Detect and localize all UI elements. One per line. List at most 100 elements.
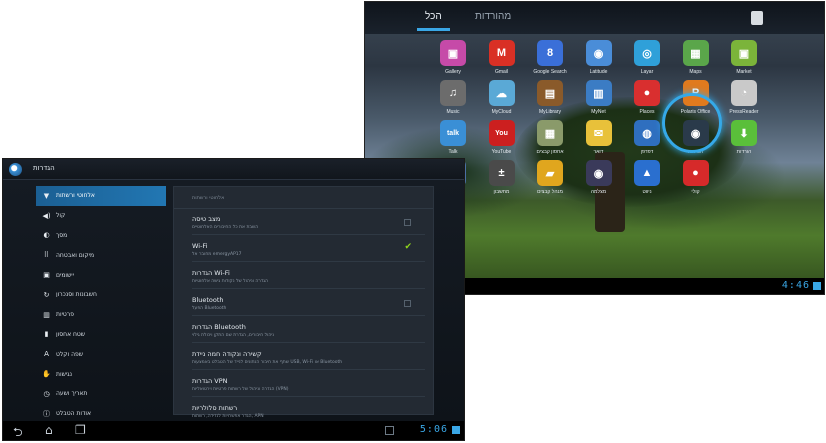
- preference-title: הגדרות Bluetooth: [192, 323, 246, 331]
- app-icon-25[interactable]: ▲ ניווט: [623, 160, 671, 195]
- app-icon-7[interactable]: ♫ Music: [429, 80, 477, 115]
- app-glyph-icon: 8: [537, 40, 563, 66]
- accounts-sync-icon: ↻: [43, 290, 50, 299]
- app-glyph-icon: ●: [634, 80, 660, 106]
- panel-header: אלחוטי ורשתות: [174, 187, 433, 209]
- settings-clock: 5:06: [419, 424, 448, 435]
- app-glyph-icon: ⬇: [731, 120, 757, 146]
- settings-menu-item[interactable]: ▼ אלחוטי ורשתות: [36, 186, 166, 206]
- app-icon-23[interactable]: ▰ מנהל קבצים: [526, 160, 574, 195]
- app-icon-6[interactable]: ▣ Market: [720, 40, 768, 75]
- app-icon-16[interactable]: ▦ אחסון קבצים: [526, 120, 574, 155]
- settings-menu-item[interactable]: ▣ יישומים: [36, 265, 166, 285]
- settings-menu-label: תאריך ושעה: [56, 390, 88, 398]
- app-glyph-icon: ◉: [585, 40, 612, 66]
- storage-icon: ▮: [44, 330, 49, 339]
- settings-menu-item[interactable]: ✋ נגישות: [36, 364, 166, 384]
- app-icon-14[interactable]: talk Talk: [429, 120, 477, 155]
- app-icon-5[interactable]: ▦ Maps: [672, 40, 720, 75]
- app-label: Latitude: [589, 69, 608, 75]
- app-glyph-icon: ▣: [731, 40, 757, 66]
- settings-menu-label: מיקום ואבטחה: [56, 251, 95, 259]
- about-tablet-icon: ⓘ: [43, 409, 50, 418]
- app-icon-4[interactable]: ◎ Layar: [623, 40, 671, 75]
- app-icon-8[interactable]: ☁ MyCloud: [478, 80, 526, 115]
- preference-row[interactable]: Bluetooth הפעל Bluetooth: [192, 292, 425, 316]
- settings-menu-label: שטח אחסון: [56, 330, 86, 338]
- market-store-icon[interactable]: [751, 11, 763, 25]
- checkbox-unchecked[interactable]: [404, 219, 411, 226]
- home-icon[interactable]: ⌂: [45, 423, 53, 437]
- settings-menu-item[interactable]: ▥ פרטיות: [36, 305, 166, 325]
- app-icon-0[interactable]: ▣ Gallery: [429, 40, 477, 75]
- app-glyph-icon: ▣: [440, 40, 466, 66]
- preference-title: מצב טיסה: [192, 215, 221, 223]
- app-icon-26[interactable]: ● קולי: [672, 160, 720, 195]
- back-icon[interactable]: ⮌: [13, 423, 23, 440]
- app-glyph-icon: ♫: [440, 80, 466, 106]
- signal-icon: [813, 282, 821, 290]
- settings-menu-label: אלחוטי ורשתות: [56, 192, 95, 200]
- settings-menu-label: יישומים: [56, 271, 74, 279]
- app-label: Talk: [448, 149, 458, 155]
- settings-menu-label: שפה וקלט: [56, 350, 84, 358]
- preference-summary: השבת את כל החיבורים האלחוטיים: [192, 225, 259, 230]
- preference-row[interactable]: מצב טיסה השבת את כל החיבורים האלחוטיים: [192, 211, 425, 235]
- system-nav-bar: ⮌ ⌂ ❐ 5:06: [3, 421, 464, 440]
- settings-menu-item[interactable]: ⠿ מיקום ואבטחה: [36, 245, 166, 265]
- preference-title: רשתות סלולריות: [192, 404, 238, 412]
- app-icon-9[interactable]: ▤ MyLibrary: [526, 80, 574, 115]
- app-label: מצלמה: [590, 189, 607, 195]
- app-label: אחסון קבצים: [536, 149, 564, 155]
- display-icon: ◐: [43, 231, 50, 240]
- app-icon-22[interactable]: ± מחשבון: [478, 160, 526, 195]
- preference-row[interactable]: קשירה ונקודה חמה ניידת שתף את חיבור הנתונ…: [192, 346, 425, 370]
- checkbox-unchecked[interactable]: [404, 300, 411, 307]
- preference-title: קשירה ונקודה חמה ניידת: [192, 350, 262, 358]
- app-glyph-icon: ▲: [634, 160, 660, 186]
- preference-row[interactable]: הגדרות Wi-Fi הגדרה וניהול של נקודות גישה …: [192, 265, 425, 289]
- preference-row[interactable]: הגדרות Bluetooth ניהול חיבורים, הגדרת שם …: [192, 319, 425, 343]
- tab-downloads[interactable]: מהורדות: [475, 11, 511, 22]
- app-glyph-icon: ◔: [731, 80, 757, 106]
- app-glyph-icon: ◎: [634, 40, 660, 66]
- checkmark-icon[interactable]: ✔: [404, 242, 412, 252]
- preference-summary: הגדרה וניהול של רשתות פרטיות וירטואליות …: [192, 387, 289, 392]
- settings-menu-item[interactable]: ↻ חשבונות וסנכרון: [36, 285, 166, 305]
- preference-row[interactable]: Wi-Fi מחובר אל emergyAP17 ✔: [192, 238, 425, 262]
- settings-menu-item[interactable]: ◀) קול: [36, 206, 166, 226]
- settings-menu-label: אודות הטבלט: [56, 410, 91, 418]
- recent-apps-icon[interactable]: ❐: [75, 423, 86, 437]
- settings-menu-label: פרטיות: [56, 311, 74, 319]
- app-icon-17[interactable]: ✉ דואר: [575, 120, 623, 155]
- app-icon-1[interactable]: M Gmail: [478, 40, 526, 75]
- settings-menu-item[interactable]: ▮ שטח אחסון: [36, 325, 166, 345]
- settings-menu-item[interactable]: ◷ תאריך ושעה: [36, 384, 166, 404]
- app-label: MyLibrary: [539, 109, 561, 115]
- settings-menu-label: נגישות: [56, 370, 73, 378]
- app-label: Gallery: [445, 69, 461, 75]
- app-icon-2[interactable]: 8 Google Search: [526, 40, 574, 75]
- settings-body: ▼ אלחוטי ורשתות ◀) קול ◐ מסך ⠿ מיקום ואבטחה ▣ ייש…: [3, 180, 464, 424]
- preference-title: הגדרות VPN: [192, 377, 228, 385]
- app-glyph-icon: ●: [682, 160, 709, 186]
- app-icon-24[interactable]: ◉ מצלמה: [575, 160, 623, 195]
- accessibility-icon: ✋: [42, 370, 51, 379]
- app-glyph-icon: ±: [488, 160, 515, 186]
- app-label: דפדפן: [640, 149, 654, 155]
- settings-detail-panel: אלחוטי ורשתות מצב טיסה השבת את כל החיבורי…: [173, 186, 434, 424]
- app-icon-10[interactable]: ▥ MyNet: [575, 80, 623, 115]
- app-icon-3[interactable]: ◉ Latitude: [575, 40, 623, 75]
- settings-menu-item[interactable]: A שפה וקלט: [36, 344, 166, 364]
- app-label: YouTube: [491, 149, 512, 155]
- app-icon-15[interactable]: You YouTube: [478, 120, 526, 155]
- settings-app-icon[interactable]: [9, 163, 22, 176]
- tab-all[interactable]: הכל: [417, 11, 450, 31]
- app-icon-20[interactable]: ⬇ הורדות: [720, 120, 768, 155]
- preference-title: הגדרות Wi-Fi: [192, 269, 230, 277]
- app-label: קולי: [691, 189, 700, 195]
- settings-menu-item[interactable]: ◐ מסך: [36, 226, 166, 246]
- preference-row[interactable]: הגדרות VPN הגדרה וניהול של רשתות פרטיות ו…: [192, 373, 425, 397]
- app-icon-13[interactable]: ◔ PressReader: [720, 80, 768, 115]
- language-input-icon: A: [44, 350, 49, 359]
